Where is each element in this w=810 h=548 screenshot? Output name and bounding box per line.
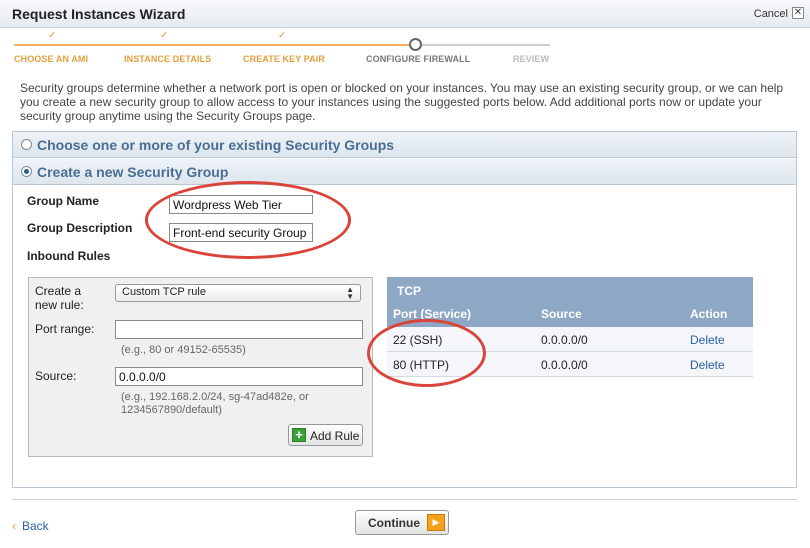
- new-group-label: Create a new Security Group: [37, 164, 229, 180]
- column-header-port: Port (Service): [393, 307, 472, 321]
- rule-source: 0.0.0.0/0: [541, 358, 588, 372]
- step-configure-firewall: CONFIGURE FIREWALL: [366, 54, 471, 64]
- port-range-label: Port range:: [35, 322, 95, 336]
- group-description-input[interactable]: [169, 223, 313, 242]
- rule-builder-panel: Create a new rule: Custom TCP rule ▲ ▼ Por…: [28, 277, 373, 457]
- source-input[interactable]: [115, 367, 363, 386]
- back-label: Back: [22, 519, 49, 533]
- step-create-key-pair[interactable]: CREATE KEY PAIR: [243, 54, 325, 64]
- rule-type-selected: Custom TCP rule: [122, 286, 206, 298]
- step-check-icon: ✓: [48, 30, 57, 41]
- inbound-rules-label: Inbound Rules: [27, 249, 111, 263]
- rule-port: 80 (HTTP): [393, 358, 450, 372]
- step-check-icon: ✓: [160, 30, 169, 41]
- existing-groups-radio[interactable]: [21, 139, 32, 150]
- source-label: Source:: [35, 369, 77, 383]
- step-choose-ami[interactable]: CHOOSE AN AMI: [14, 54, 88, 64]
- step-progress-line-remaining: [418, 44, 550, 46]
- rule-source: 0.0.0.0/0: [541, 333, 588, 347]
- step-check-icon: ✓: [278, 30, 287, 41]
- delete-rule-link[interactable]: Delete: [690, 333, 725, 347]
- step-review: REVIEW: [513, 54, 550, 64]
- new-group-radio[interactable]: [21, 166, 32, 177]
- continue-button[interactable]: Continue ▶: [355, 510, 449, 535]
- rule-type-select[interactable]: Custom TCP rule ▲ ▼: [115, 284, 361, 302]
- group-name-input[interactable]: [169, 195, 313, 214]
- create-rule-label: Create a new rule:: [35, 284, 84, 312]
- port-range-hint: (e.g., 80 or 49152-65535): [121, 344, 246, 356]
- add-rule-button[interactable]: + Add Rule: [288, 424, 363, 446]
- source-hint: (e.g., 192.168.2.0/24, sg-47ad482e, or 12…: [121, 391, 309, 416]
- current-step-marker: [409, 38, 422, 51]
- close-icon[interactable]: ✕: [792, 7, 804, 19]
- existing-groups-option[interactable]: Choose one or more of your existing Secu…: [13, 132, 796, 158]
- cancel-link[interactable]: Cancel: [754, 8, 788, 20]
- tcp-table-title: TCP: [397, 284, 421, 298]
- intro-text: Security groups determine whether a netw…: [20, 81, 784, 123]
- back-link[interactable]: ‹ Back: [12, 519, 49, 533]
- existing-groups-label: Choose one or more of your existing Secu…: [37, 137, 395, 153]
- step-instance-details[interactable]: INSTANCE DETAILS: [124, 54, 211, 64]
- group-description-label: Group Description: [27, 221, 133, 235]
- add-rule-label: Add Rule: [310, 429, 360, 443]
- delete-rule-link[interactable]: Delete: [690, 358, 725, 372]
- add-icon: +: [292, 428, 306, 442]
- arrow-right-icon: ▶: [427, 514, 445, 531]
- port-range-input[interactable]: [115, 320, 363, 339]
- footer-divider: [12, 499, 797, 500]
- column-header-action: Action: [690, 307, 728, 321]
- continue-label: Continue: [368, 516, 420, 530]
- wizard-title: Request Instances Wizard: [12, 6, 186, 22]
- chevron-left-icon: ‹: [12, 519, 16, 533]
- table-row: 80 (HTTP) 0.0.0.0/0 Delete: [387, 352, 753, 377]
- tcp-rules-table: TCP Port (Service) Source Action 22 (SSH…: [387, 277, 753, 378]
- tcp-table-header: TCP Port (Service) Source Action: [387, 277, 753, 327]
- rule-port: 22 (SSH): [393, 333, 443, 347]
- group-name-label: Group Name: [27, 194, 100, 208]
- table-row: 22 (SSH) 0.0.0.0/0 Delete: [387, 327, 753, 352]
- select-arrows-icon: ▲ ▼: [346, 285, 354, 301]
- new-group-option[interactable]: Create a new Security Group: [13, 159, 796, 185]
- column-header-source: Source: [541, 307, 582, 321]
- wizard-title-bar: Request Instances Wizard Cancel ✕: [0, 0, 810, 28]
